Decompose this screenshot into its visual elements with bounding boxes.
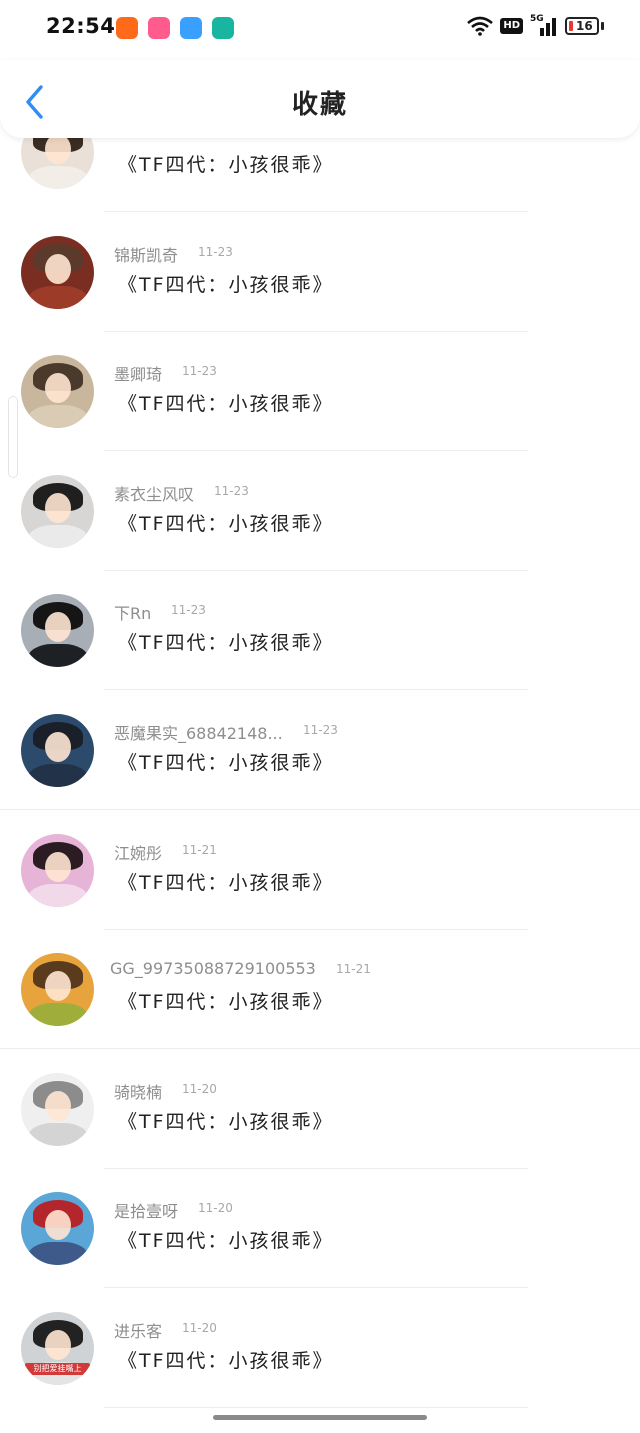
notification-app-icons <box>116 17 234 39</box>
avatar[interactable] <box>21 834 94 907</box>
battery-level: 16 <box>576 19 593 33</box>
username[interactable]: 锦斯凯奇 <box>114 242 178 266</box>
date-label: 11-23 <box>214 484 249 498</box>
avatar[interactable]: 别把爱挂嘴上 <box>21 1312 94 1385</box>
username[interactable]: 素衣尘风叹 <box>114 481 194 505</box>
weather-icon <box>180 17 202 39</box>
divider <box>104 1407 528 1408</box>
favorite-title[interactable]: 《TF四代：小孩很乖》 <box>118 1226 334 1253</box>
avatar[interactable] <box>21 953 94 1026</box>
date-label: 11-20 <box>182 1082 217 1096</box>
battery-icon: 16 <box>565 17 599 35</box>
date-label: 11-21 <box>182 843 217 857</box>
username[interactable]: 恶魔果实_68842148... <box>114 720 283 744</box>
avatar[interactable] <box>21 714 94 787</box>
favorite-title[interactable]: 《TF四代：小孩很乖》 <box>118 1107 334 1134</box>
date-label: 11-21 <box>336 962 371 976</box>
status-time: 22:54 <box>46 14 116 38</box>
date-label: 11-23 <box>198 245 233 259</box>
avatar[interactable] <box>21 475 94 548</box>
divider <box>104 689 528 690</box>
username[interactable]: 进乐客 <box>114 1318 162 1342</box>
bilibili-icon <box>148 17 170 39</box>
scrollbar-thumb[interactable] <box>8 396 18 478</box>
favorite-title[interactable]: 《TF四代：小孩很乖》 <box>118 150 334 177</box>
divider <box>104 450 528 451</box>
date-label: 11-20 <box>198 1201 233 1215</box>
username[interactable]: 江婉彤 <box>114 840 162 864</box>
favorite-title[interactable]: 《TF四代：小孩很乖》 <box>118 270 334 297</box>
wifi-icon <box>467 16 494 36</box>
divider <box>104 211 528 212</box>
favorite-title[interactable]: 《TF四代：小孩很乖》 <box>118 628 334 655</box>
divider <box>104 1287 528 1288</box>
date-label: 11-23 <box>171 603 206 617</box>
avatar[interactable] <box>21 236 94 309</box>
divider <box>104 570 528 571</box>
avatar[interactable] <box>21 355 94 428</box>
username[interactable]: GG_9973508872910055​3 <box>110 959 316 978</box>
favorite-title[interactable]: 《TF四代：小孩很乖》 <box>118 868 334 895</box>
navigation-bar: 收藏 <box>0 60 640 138</box>
username[interactable]: 墨卿琦 <box>114 361 162 385</box>
divider <box>104 1168 528 1169</box>
favorite-title[interactable]: 《TF四代：小孩很乖》 <box>118 389 334 416</box>
avatar[interactable] <box>21 1192 94 1265</box>
favorite-title[interactable]: 《TF四代：小孩很乖》 <box>118 748 334 775</box>
avatar-caption: 别把爱挂嘴上 <box>25 1363 90 1375</box>
hd-badge: HD <box>500 18 523 34</box>
date-label: 11-20 <box>182 1321 217 1335</box>
date-label: 11-23 <box>182 364 217 378</box>
cellular-signal-icon: 5G <box>530 14 558 36</box>
status-bar: 22:54 HD 5G 16 <box>0 0 640 60</box>
divider <box>104 331 528 332</box>
page-title: 收藏 <box>291 90 348 120</box>
favorite-title[interactable]: 《TF四代：小孩很乖》 <box>118 1346 334 1373</box>
avatar[interactable] <box>21 594 94 667</box>
favorite-title[interactable]: 《TF四代：小孩很乖》 <box>118 987 334 1014</box>
home-indicator[interactable] <box>213 1415 427 1420</box>
date-label: 11-23 <box>303 723 338 737</box>
favorite-title[interactable]: 《TF四代：小孩很乖》 <box>118 509 334 536</box>
username[interactable]: 骑晓楠 <box>114 1079 162 1103</box>
divider <box>104 929 528 930</box>
username[interactable]: 是拾壹呀 <box>114 1198 178 1222</box>
network-type-label: 5G <box>530 14 544 24</box>
status-indicators: HD 5G 16 <box>467 14 604 36</box>
avatar[interactable] <box>21 1073 94 1146</box>
divider <box>0 809 640 810</box>
divider <box>0 1048 640 1049</box>
hotspot-icon <box>212 17 234 39</box>
kuaishou-icon <box>116 17 138 39</box>
username[interactable]: 下Rn <box>114 600 151 624</box>
